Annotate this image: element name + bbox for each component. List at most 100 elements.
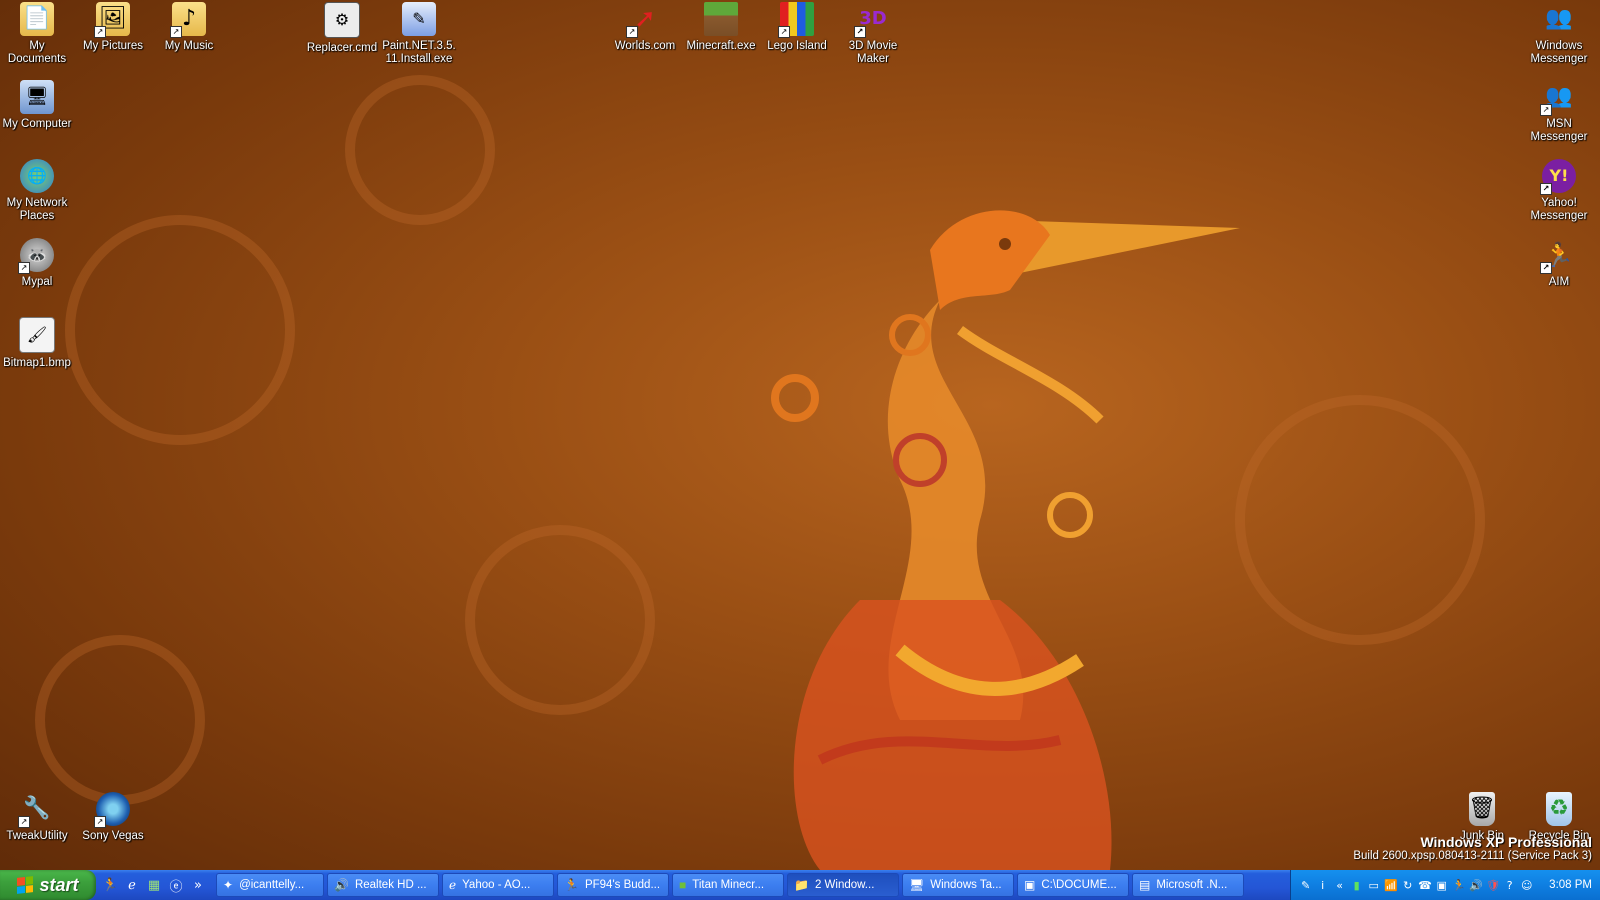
bitmap-file-icon: 🖌 <box>19 317 55 353</box>
speaker-icon: 🔊 <box>334 878 349 892</box>
security-tray-icon[interactable]: 🛡 <box>1486 879 1500 892</box>
pen-tray-icon[interactable]: ✎ <box>1299 879 1312 892</box>
installer-icon: ✎ <box>402 2 436 36</box>
os-watermark: Windows XP Professional Build 2600.xpsp.… <box>1353 834 1592 862</box>
sync-tray-icon[interactable]: ↻ <box>1401 879 1414 892</box>
desktop-icon-label: Yahoo! Messenger <box>1530 197 1588 222</box>
help-tray-icon[interactable]: ? <box>1503 879 1516 892</box>
desktop-icon-label: Lego Island <box>767 40 827 52</box>
desktop-icon-label: Sony Vegas <box>82 830 144 842</box>
computer-icon: 🖥 <box>20 80 54 114</box>
desktop-icon-label: MSN Messenger <box>1530 118 1588 143</box>
quick-launch: 🏃 ℯ ▦ ⓔ » <box>96 870 212 900</box>
desktop-icon-my-pictures[interactable]: 🖼 ↗ My Pictures <box>75 2 151 53</box>
desktop-icon-label: Paint.NET.3.5.11.Install.exe <box>382 40 456 65</box>
desktop-icon-minecraft[interactable]: Minecraft.exe <box>683 2 759 53</box>
start-button[interactable]: start <box>0 870 96 900</box>
network-tray-icon[interactable]: ▮ <box>1350 879 1363 892</box>
taskbar-button[interactable]: ▤ Microsoft .N... <box>1132 873 1244 897</box>
ie-quicklaunch-icon[interactable]: ⓔ <box>168 876 184 895</box>
desktop-icon-label: My Computer <box>2 118 72 130</box>
desktop-icon-my-documents[interactable]: 📄 My Documents <box>0 2 75 66</box>
desktop-icon-label: Worlds.com <box>614 40 676 52</box>
volume-tray-icon[interactable]: 🔊 <box>1469 879 1483 892</box>
desktop-icon-label: Bitmap1.bmp <box>3 357 71 369</box>
aim-quicklaunch-icon[interactable]: 🏃 <box>102 878 118 893</box>
console-icon: ▣ <box>1024 878 1036 892</box>
aim-tray-icon[interactable]: 🏃 <box>1452 879 1466 892</box>
desktop-icon-tweakutility[interactable]: 🔧 ↗ TweakUtility <box>0 792 75 843</box>
start-label: start <box>39 874 79 895</box>
task-manager-icon: 🖥 <box>909 878 925 892</box>
desktop-icon-my-network-places[interactable]: 🌐 My Network Places <box>0 159 75 223</box>
phone-tray-icon[interactable]: ☎ <box>1418 879 1432 892</box>
worlds-icon: ➚ ↗ <box>626 2 662 38</box>
quick-launch-more-button[interactable]: » <box>190 878 206 893</box>
browser-icon: ℯ <box>449 878 457 892</box>
desktop-icon-label: Mypal <box>21 276 53 288</box>
display-tray-icon[interactable]: ▭ <box>1367 879 1380 892</box>
desktop-icon-windows-messenger[interactable]: 👥 Windows Messenger <box>1520 2 1598 66</box>
taskbar-button[interactable]: 🔊 Realtek HD ... <box>327 873 439 897</box>
desktop-icon-lego-island[interactable]: ↗ Lego Island <box>759 2 835 53</box>
desktop-icon-sony-vegas[interactable]: ↗ Sony Vegas <box>75 792 151 843</box>
taskbar-button[interactable]: 🖥 Windows Ta... <box>902 873 1014 897</box>
mypal-browser-icon: 🦝 ↗ <box>18 238 54 274</box>
info-tray-icon[interactable]: ⅰ <box>1316 879 1329 892</box>
taskbar-button[interactable]: 📁 2 Window... <box>787 873 899 897</box>
taskbar-button[interactable]: ℯ Yahoo - AO... <box>442 873 554 897</box>
dotnet-icon: ▤ <box>1139 878 1151 892</box>
desktop-icon-paint-net-installer[interactable]: ✎ Paint.NET.3.5.11.Install.exe <box>380 2 458 66</box>
desktop-icon-replacer-cmd[interactable]: ⚙ Replacer.cmd <box>304 2 380 55</box>
desktop-icon-my-music[interactable]: ♪ ↗ My Music <box>151 2 227 53</box>
taskbar-button-label: Titan Minecr... <box>692 879 765 891</box>
vegas-icon: ↗ <box>94 792 130 828</box>
desktop-icon-label: My Music <box>164 40 214 52</box>
desktop-icon-label: Minecraft.exe <box>686 40 756 52</box>
desktop-icon-label: TweakUtility <box>6 830 68 842</box>
recycle-bin-icon: ♻ <box>1546 792 1572 826</box>
desktop-icon-label: My Pictures <box>82 40 144 52</box>
folder-music-icon: ♪ ↗ <box>170 2 206 38</box>
monitor-tray-icon[interactable]: ▣ <box>1435 879 1448 892</box>
desktop-icon-bitmap1[interactable]: 🖌 Bitmap1.bmp <box>0 317 75 370</box>
taskbar-button-label: Windows Ta... <box>930 879 1002 891</box>
taskbar-button[interactable]: 🏃 PF94's Budd... <box>557 873 669 897</box>
taskbar-button-label: Realtek HD ... <box>354 879 427 891</box>
windows-messenger-icon: 👥 <box>1545 6 1573 31</box>
desktop-icon-label: My Network Places <box>6 197 68 222</box>
folder-icon: 📁 <box>794 878 809 892</box>
chevron-left-icon[interactable]: « <box>1333 879 1346 892</box>
desktop-icon-worlds-com[interactable]: ➚ ↗ Worlds.com <box>607 2 683 53</box>
wireless-tray-icon[interactable]: 📶 <box>1384 879 1398 892</box>
desktop-icon-label: 3D Movie Maker <box>848 40 898 65</box>
desktop-icon-mypal[interactable]: 🦝 ↗ Mypal <box>0 238 75 289</box>
messenger-tray-icon[interactable]: ☺ <box>1520 879 1533 892</box>
minecraft-icon <box>704 2 738 36</box>
watermark-product: Windows XP Professional <box>1420 834 1592 850</box>
browser-quicklaunch-icon[interactable]: ℯ <box>124 878 140 893</box>
taskbar-button[interactable]: ▣ C:\DOCUME... <box>1017 873 1129 897</box>
network-icon: 🌐 <box>20 159 54 193</box>
desktop-icon-msn-messenger[interactable]: 👥 ↗ MSN Messenger <box>1520 80 1598 144</box>
msn-messenger-icon: 👥 ↗ <box>1540 80 1576 116</box>
desktop-icon-label: AIM <box>1548 276 1570 288</box>
wrench-icon: 🔧 ↗ <box>18 792 54 828</box>
movie-maker-icon: 3D ↗ <box>854 2 890 38</box>
yahoo-messenger-icon: Y! ↗ <box>1540 159 1576 195</box>
taskbar-button-label: PF94's Budd... <box>584 879 661 891</box>
folder-documents-icon: 📄 <box>20 2 54 36</box>
taskbar-button[interactable]: ✦ @icanttelly... <box>216 873 324 897</box>
desktop-icon-label: My Documents <box>7 40 67 65</box>
task-list: ✦ @icanttelly... 🔊 Realtek HD ... ℯ Yahoo -… <box>212 870 1247 900</box>
system-tray: ✎ ⅰ « ▮ ▭ 📶 ↻ ☎ ▣ 🏃 🔊 🛡 ? ☺ 3:08 PM <box>1290 870 1600 900</box>
windows-flag-icon <box>17 876 34 894</box>
desktop-icon-aim[interactable]: 🏃 ↗ AIM <box>1520 238 1598 289</box>
desktop-icon-3d-movie-maker[interactable]: 3D ↗ 3D Movie Maker <box>835 2 911 66</box>
desktop-quicklaunch-icon[interactable]: ▦ <box>146 878 162 893</box>
clock[interactable]: 3:08 PM <box>1549 879 1592 891</box>
desktop-icon-my-computer[interactable]: 🖥 My Computer <box>0 80 75 131</box>
taskbar-button[interactable]: ■ Titan Minecr... <box>672 873 784 897</box>
desktop-icon-yahoo-messenger[interactable]: Y! ↗ Yahoo! Messenger <box>1520 159 1598 223</box>
taskbar-button-label: 2 Window... <box>814 879 875 891</box>
